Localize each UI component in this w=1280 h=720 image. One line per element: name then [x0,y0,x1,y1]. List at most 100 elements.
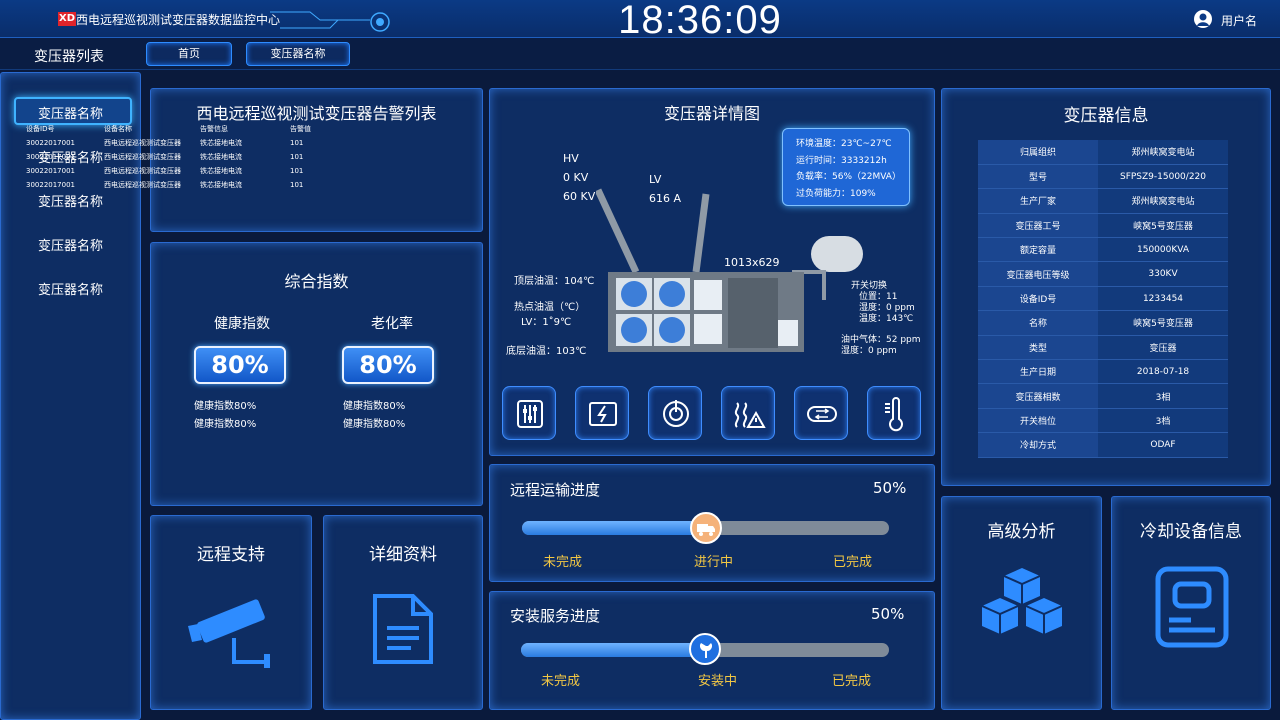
switch-temp: 温度：143℃ [859,314,914,324]
info-key: 名称 [978,310,1098,336]
bottom-oil-temp: 底层油温：103℃ [506,346,587,357]
wrench-icon[interactable] [689,633,721,665]
info-value: 峡窝5号变压器 [1098,310,1228,336]
analysis-label: 高级分析 [987,522,1056,542]
tool-button-exchange[interactable] [794,386,848,440]
aging-label: 老化率 [371,316,413,332]
table-row: 变压器电压等级 330KV [978,261,1228,287]
battery-icon [589,402,617,426]
table-row: 类型 变压器 [978,335,1228,361]
tool-button-heat-warning[interactable] [721,386,775,440]
alarm-cell: 西电远程巡视测试变压器 [104,153,181,161]
info-table: 归属组织 郑州峡窝变电站 型号 SFPSZ9-15000/220 生产厂家 郑州峡窝变… [978,140,1228,458]
sidebar-item-4[interactable]: 变压器名称 [0,235,141,254]
info-key: 生产厂家 [978,188,1098,214]
alarm-cell: 西电远程巡视测试变压器 [104,139,181,147]
gas-humidity: 湿度：0 ppm [841,346,897,356]
sidebar-item-5[interactable]: 变压器名称 [0,279,141,298]
table-row[interactable]: 30022017001 西电远程巡视测试变压器 铁芯接地电流 101 [26,164,320,178]
transformer-illustration [596,188,863,352]
alarm-cell: 101 [290,167,304,175]
info-value: 1233454 [1098,286,1228,312]
table-row[interactable]: 30022017001 西电远程巡视测试变压器 铁芯接地电流 101 [26,178,320,192]
user-name[interactable]: 用户名 [1221,12,1257,29]
table-row: 设备ID号 1233454 [978,286,1228,312]
info-key: 额定容量 [978,237,1098,263]
switch-humidity: 湿度：0 ppm [859,303,915,313]
table-row: 变压器相数 3相 [978,383,1228,409]
app-title: 西电远程巡视测试变压器数据监控中心 [76,13,281,27]
tab-home[interactable]: 首页 [146,42,232,66]
top-oil-temp: 顶层油温：104℃ [514,276,595,287]
hotspot-label: 热点油温（℃） [514,302,586,313]
alarm-header-row: 设备ID号 设备名称 告警信息 告警值 [26,122,320,136]
health-value: 80% [194,346,286,384]
tool-button-power[interactable] [648,386,702,440]
clock: 18:36:09 [618,0,782,42]
install-percent: 50% [871,605,905,623]
info-value: 330KV [1098,261,1228,287]
logo: XD [58,12,76,26]
details-label: 详细资料 [369,545,437,565]
info-value: 变压器 [1098,335,1228,361]
transport-stage-2: 进行中 [694,555,734,570]
info-value: 峡窝5号变压器 [1098,213,1228,239]
transport-progress-fill [522,521,706,535]
heat-warning-icon [734,402,766,428]
info-key: 类型 [978,335,1098,361]
install-stage-3: 已完成 [832,674,872,689]
info-key: 冷却方式 [978,432,1098,458]
user-icon[interactable] [1194,10,1212,28]
table-row[interactable]: 30022017001 西电远程巡视测试变压器 铁芯接地电流 101 [26,136,320,150]
alarm-cell: 铁芯接地电流 [200,167,242,175]
aging-note-2: 健康指数80% [343,419,406,430]
sidebar-item-3[interactable]: 变压器名称 [0,191,141,210]
hv-value-1: 0 KV [563,171,589,184]
install-progress-fill [521,643,705,657]
alarm-col-info: 告警信息 [200,125,228,133]
info-key: 开关档位 [978,408,1098,434]
aging-value: 80% [342,346,434,384]
truck-icon[interactable] [689,512,722,544]
info-key: 变压器电压等级 [978,261,1098,287]
hv-label: HV [563,152,579,165]
tab-transformer[interactable]: 变压器名称 [246,42,350,66]
transport-stage-1: 未完成 [543,555,583,570]
remote-support-label: 远程支持 [197,545,265,565]
tool-button-battery[interactable] [575,386,629,440]
alarm-cell: 铁芯接地电流 [200,139,242,147]
info-key: 生产日期 [978,359,1098,385]
table-row: 生产日期 2018-07-18 [978,359,1228,385]
alarm-cell: 101 [290,139,304,147]
table-row: 生产厂家 郑州峡窝变电站 [978,188,1228,214]
exchange-icon [807,406,837,422]
env-runtime: 运行时间：3333212h [796,155,887,166]
table-row: 名称 峡窝5号变压器 [978,310,1228,336]
alarm-col-name: 设备名称 [104,125,132,133]
switch-info: 开关切换 位置：11 湿度：0 ppm 温度：143℃ [851,281,915,325]
tool-button-sliders[interactable] [502,386,556,440]
transport-percent: 50% [873,479,907,497]
info-value: 150000KVA [1098,237,1228,263]
install-stage-1: 未完成 [541,674,581,689]
tool-button-thermometer[interactable] [867,386,921,440]
info-key: 设备ID号 [978,286,1098,312]
alarm-col-value: 告警值 [290,125,311,133]
table-row[interactable]: 30022017001 西电远程巡视测试变压器 铁芯接地电流 101 [26,150,320,164]
id-card-icon [1155,566,1229,648]
transport-stage-3: 已完成 [833,555,873,570]
switch-position: 位置：11 [859,292,898,302]
alarm-table: 设备ID号 设备名称 告警信息 告警值 30022017001 西电远程巡视测试变… [26,122,320,192]
alarm-cell: 101 [290,153,304,161]
health-note-2: 健康指数80% [194,419,257,430]
install-title: 安装服务进度 [510,607,601,625]
env-temp: 环境温度：23℃~27℃ [796,139,892,149]
sidebar-item-1[interactable]: 变压器名称 [0,103,141,122]
circuit-decoration [270,11,390,32]
info-value: SFPSZ9-15000/220 [1098,164,1228,190]
alarm-cell: 30022017001 [26,139,75,147]
health-note-1: 健康指数80% [194,401,257,412]
document-icon [373,594,433,664]
alarm-cell: 101 [290,181,304,189]
switch-title: 开关切换 [851,281,888,291]
